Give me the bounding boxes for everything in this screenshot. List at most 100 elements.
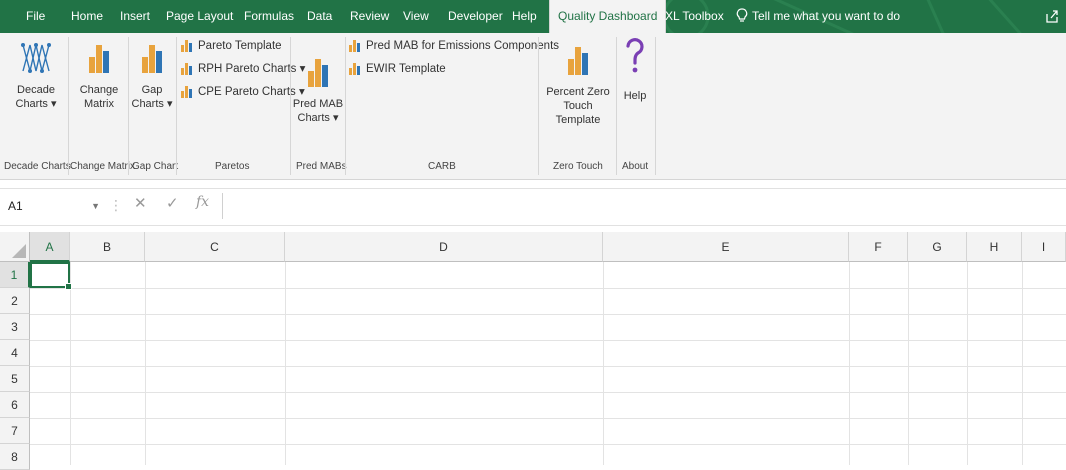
- group-label-paretos: Paretos: [215, 161, 250, 172]
- percent-zero-touch-label-1: Percent Zero: [546, 86, 610, 98]
- column-header-g[interactable]: G: [908, 232, 967, 262]
- percent-zero-touch-label-2: Touch Template: [555, 100, 601, 126]
- column-header-h[interactable]: H: [967, 232, 1022, 262]
- gap-charts-label-1: Gap: [141, 84, 163, 96]
- bar-chart-icon: [308, 59, 328, 87]
- tab-view[interactable]: View: [403, 0, 429, 33]
- bar-chart-icon: [181, 86, 192, 98]
- gridline: [849, 262, 850, 465]
- gridline: [30, 288, 1066, 289]
- fill-handle[interactable]: [65, 283, 72, 290]
- ribbon-tab-bar: File Home Insert Page Layout Formulas Da…: [0, 0, 1066, 33]
- help-button[interactable]: Help: [618, 35, 652, 103]
- group-separator: [655, 37, 656, 175]
- column-header-f[interactable]: F: [849, 232, 908, 262]
- worksheet-grid[interactable]: A B C D E F G H I 1 2 3 4 5 6 7 8: [0, 232, 1066, 470]
- gridline: [30, 392, 1066, 393]
- column-header-e[interactable]: E: [603, 232, 849, 262]
- gridline: [603, 262, 604, 465]
- active-cell-a1[interactable]: [30, 262, 72, 290]
- name-box[interactable]: A1 ▼: [8, 195, 100, 217]
- decade-charts-label-1: Decade: [17, 84, 55, 96]
- column-header-b[interactable]: B: [70, 232, 145, 262]
- group-label-change-matrix: Change Matrix: [70, 161, 136, 172]
- tab-developer[interactable]: Developer: [448, 0, 503, 33]
- pred-mab-charts-label-1: Pred MAB: [292, 98, 344, 110]
- column-header-a[interactable]: A: [30, 232, 70, 262]
- decade-chart-icon: [21, 43, 51, 73]
- lightbulb-icon: [736, 8, 748, 22]
- pred-mab-emissions-label: Pred MAB for Emissions Components: [366, 40, 560, 52]
- pareto-template-button[interactable]: Pareto Template: [180, 37, 282, 55]
- percent-zero-touch-button[interactable]: Percent Zero Touch Template: [542, 39, 614, 127]
- cpe-pareto-charts-label: CPE Pareto Charts ▾: [198, 86, 305, 98]
- row-header-7[interactable]: 7: [0, 418, 30, 444]
- tab-help[interactable]: Help: [512, 0, 537, 33]
- tell-me-search[interactable]: Tell me what you want to do: [736, 0, 900, 33]
- row-header-1[interactable]: 1: [0, 262, 30, 288]
- insert-function-icon[interactable]: fx: [196, 194, 209, 210]
- group-separator: [68, 37, 69, 175]
- column-header-i[interactable]: I: [1022, 232, 1066, 262]
- group-label-carb: CARB: [428, 161, 456, 172]
- pred-mab-emissions-button[interactable]: Pred MAB for Emissions Components: [348, 37, 559, 55]
- group-separator: [290, 37, 291, 175]
- row-header-5[interactable]: 5: [0, 366, 30, 392]
- formula-input[interactable]: [222, 193, 1063, 219]
- help-label: Help: [623, 90, 647, 102]
- bar-chart-icon: [349, 63, 360, 75]
- formula-bar-grip: ⋮: [109, 197, 123, 213]
- enter-icon[interactable]: ✓: [166, 194, 179, 212]
- decade-charts-button[interactable]: Decade Charts ▾: [12, 39, 60, 111]
- pred-mab-charts-button[interactable]: Pred MAB Charts ▾: [292, 39, 344, 125]
- chevron-down-icon[interactable]: ▼: [91, 195, 100, 217]
- ewir-template-label: EWIR Template: [366, 63, 446, 75]
- tab-insert[interactable]: Insert: [120, 0, 150, 33]
- tab-review[interactable]: Review: [350, 0, 389, 33]
- group-separator: [176, 37, 177, 175]
- gridline: [30, 340, 1066, 341]
- bar-chart-icon: [568, 47, 588, 75]
- row-header-3[interactable]: 3: [0, 314, 30, 340]
- row-header-8[interactable]: 8: [0, 444, 30, 470]
- tab-page-layout[interactable]: Page Layout: [166, 0, 233, 33]
- select-all-triangle-icon: [12, 244, 26, 258]
- rph-pareto-charts-button[interactable]: RPH Pareto Charts ▾: [180, 60, 305, 78]
- decade-charts-label-2: Charts ▾: [15, 98, 57, 110]
- gridline: [30, 418, 1066, 419]
- tab-quality-dashboard[interactable]: Quality Dashboard: [549, 0, 667, 33]
- bar-chart-icon: [89, 45, 109, 73]
- group-separator: [538, 37, 539, 175]
- gridline: [30, 314, 1066, 315]
- share-icon[interactable]: [1044, 8, 1060, 24]
- tell-me-label: Tell me what you want to do: [752, 9, 901, 23]
- question-mark-icon: [626, 38, 644, 73]
- gridline: [145, 262, 146, 465]
- tab-file[interactable]: File: [26, 0, 45, 33]
- tab-home[interactable]: Home: [71, 0, 103, 33]
- gridline: [285, 262, 286, 465]
- row-header-6[interactable]: 6: [0, 392, 30, 418]
- group-label-pred-mabs: Pred MABs: [296, 161, 347, 172]
- cancel-icon[interactable]: ✕: [134, 194, 147, 212]
- group-label-decade-charts: Decade Charts: [4, 161, 71, 172]
- row-header-2[interactable]: 2: [0, 288, 30, 314]
- change-matrix-button[interactable]: Change Matrix: [74, 39, 124, 111]
- gap-charts-button[interactable]: Gap Charts ▾: [130, 39, 174, 111]
- formula-bar: A1 ▼ ⋮ ✕ ✓ fx: [0, 188, 1066, 226]
- pareto-template-label: Pareto Template: [198, 40, 282, 52]
- row-header-4[interactable]: 4: [0, 340, 30, 366]
- select-all-corner[interactable]: [0, 232, 30, 262]
- column-header-c[interactable]: C: [145, 232, 285, 262]
- ribbon-panel: Decade Charts ▾ Decade Charts Change Mat…: [0, 33, 1066, 180]
- cpe-pareto-charts-button[interactable]: CPE Pareto Charts ▾: [180, 83, 305, 101]
- group-separator: [345, 37, 346, 175]
- ewir-template-button[interactable]: EWIR Template: [348, 60, 446, 78]
- tab-formulas[interactable]: Formulas: [244, 0, 294, 33]
- tab-xl-toolbox[interactable]: XL Toolbox: [665, 0, 724, 33]
- column-header-d[interactable]: D: [285, 232, 603, 262]
- tab-data[interactable]: Data: [307, 0, 332, 33]
- pred-mab-charts-label-2: Charts ▾: [297, 112, 339, 124]
- bar-chart-icon: [181, 40, 192, 52]
- gridline: [967, 262, 968, 465]
